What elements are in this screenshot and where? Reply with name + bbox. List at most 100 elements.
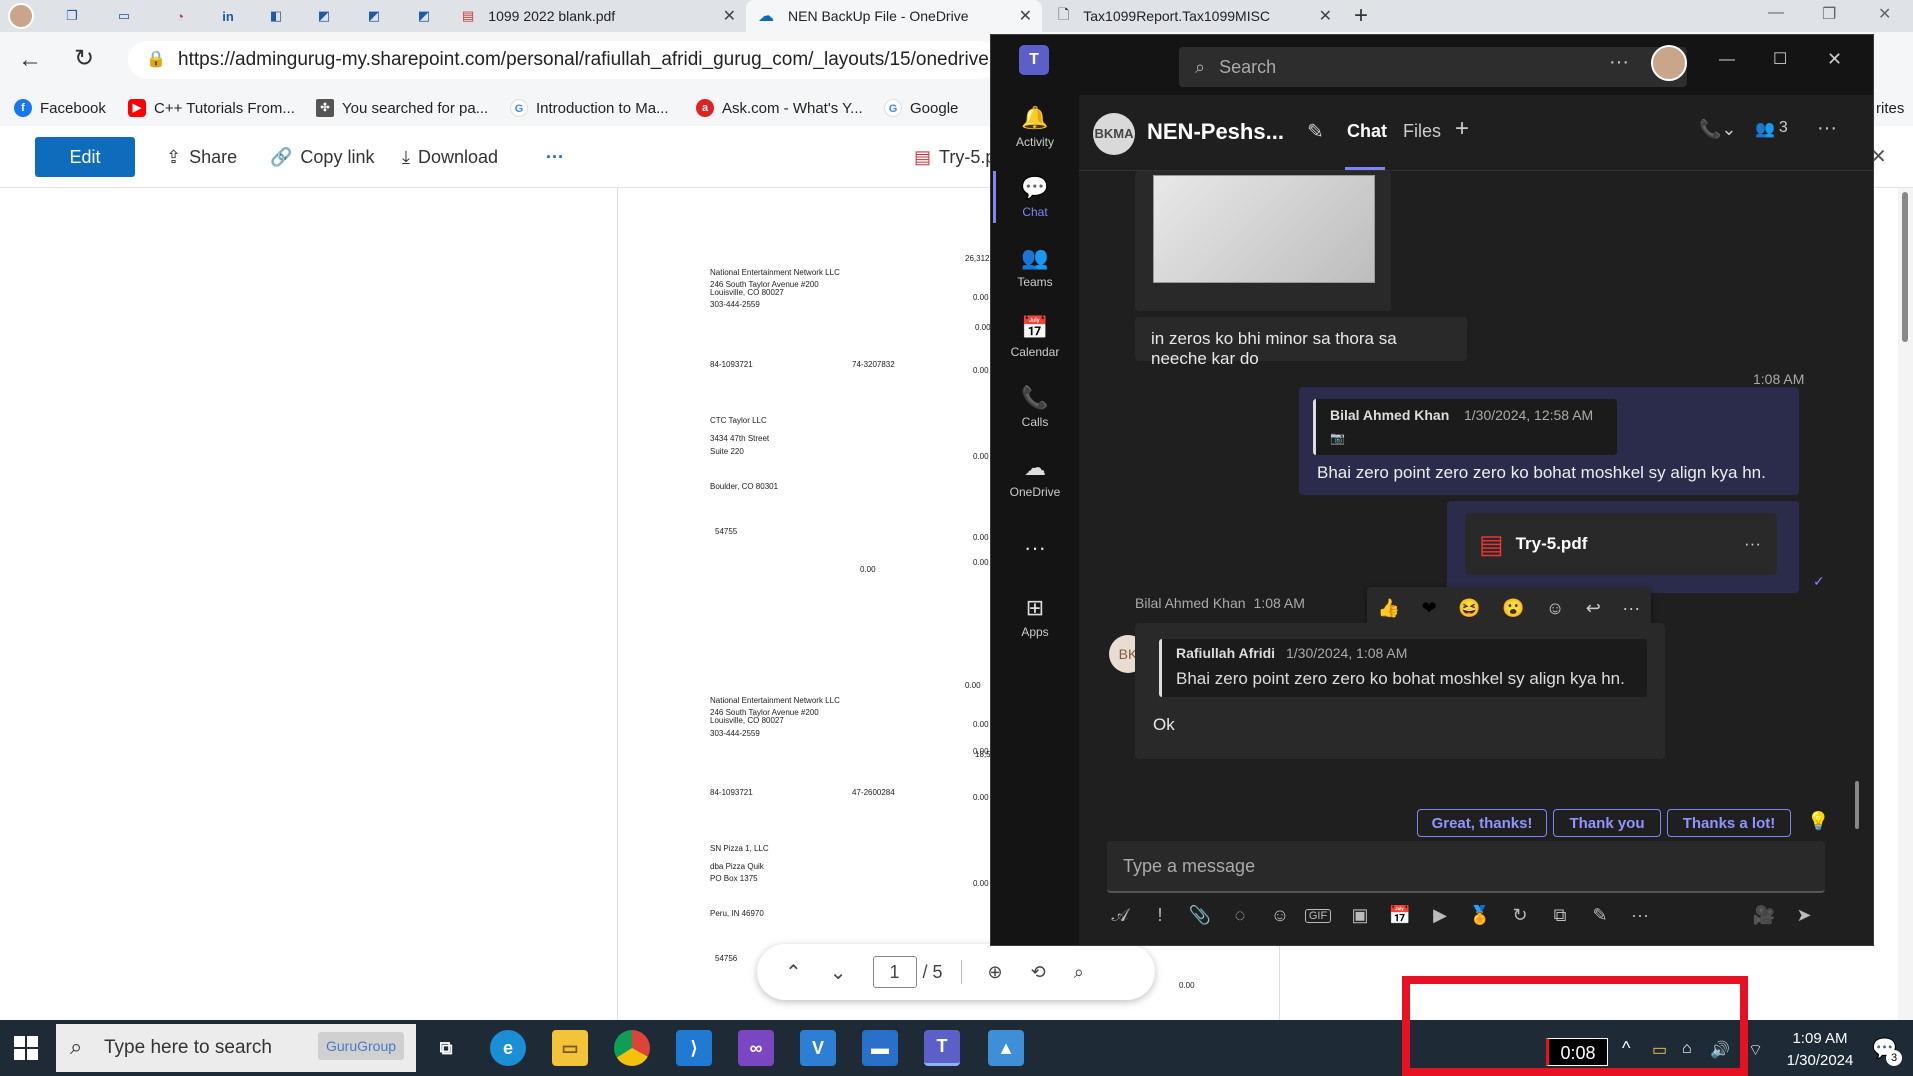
- profile-avatar[interactable]: [8, 3, 34, 29]
- stream-icon[interactable]: ▶: [1427, 905, 1453, 926]
- copy-link-button[interactable]: 🔗 Copy link: [270, 142, 374, 172]
- rail-calls[interactable]: 📞 Calls: [991, 385, 1079, 429]
- visual-studio-code-alt-icon[interactable]: V: [800, 1030, 836, 1066]
- wifi-icon[interactable]: ⌔: [1748, 1040, 1763, 1060]
- window-minimize-icon[interactable]: —: [1768, 4, 1784, 22]
- close-tab-icon[interactable]: ✕: [1019, 6, 1032, 26]
- workspaces-icon[interactable]: ❐: [62, 6, 82, 26]
- close-icon[interactable]: ✕: [1827, 49, 1842, 70]
- tab-files[interactable]: Files: [1403, 121, 1441, 142]
- bookmark-favorites[interactable]: rites: [1876, 90, 1904, 126]
- clock[interactable]: 1:09 AM 1/30/2024: [1770, 1028, 1870, 1072]
- rotate-icon[interactable]: ⟲: [1031, 962, 1046, 983]
- chat-more-icon[interactable]: ···: [1817, 117, 1837, 140]
- page-number-input[interactable]: 1: [872, 956, 917, 988]
- chrome-icon[interactable]: [614, 1030, 650, 1066]
- vscode-icon[interactable]: ⟩: [676, 1030, 712, 1066]
- teams-taskbar-icon[interactable]: T: [924, 1030, 960, 1066]
- emoji-icon[interactable]: ☺: [1267, 905, 1293, 926]
- format-icon[interactable]: 𝒜: [1107, 905, 1133, 926]
- previous-page-icon[interactable]: ⌃: [785, 960, 802, 985]
- send-icon[interactable]: ➤: [1791, 905, 1817, 926]
- quoted-reply[interactable]: Rafiullah Afridi 1/30/2024, 1:08 AM Bhai…: [1159, 639, 1647, 697]
- close-tab-icon[interactable]: ✕: [723, 6, 736, 26]
- like-reaction-icon[interactable]: 👍: [1378, 598, 1400, 619]
- edit-button[interactable]: Edit: [35, 137, 135, 177]
- edge-icon[interactable]: e: [490, 1030, 526, 1066]
- rail-apps[interactable]: ⊞ Apps: [991, 595, 1079, 639]
- participants-button[interactable]: 👥 3: [1755, 119, 1788, 139]
- loop-icon[interactable]: ◌: [1227, 905, 1253, 926]
- lightbulb-icon[interactable]: 💡: [1807, 811, 1829, 832]
- start-icon[interactable]: [14, 1036, 38, 1060]
- message-input[interactable]: Type a message: [1107, 841, 1825, 893]
- add-tab-icon[interactable]: +: [1455, 115, 1469, 143]
- window-close-icon[interactable]: ✕: [1878, 4, 1891, 24]
- suggested-reply[interactable]: Great, thanks!: [1417, 809, 1547, 837]
- share-button[interactable]: ⇪ Share: [166, 142, 237, 172]
- gif-icon[interactable]: GIF: [1305, 909, 1331, 923]
- linkedin-tab-icon[interactable]: in: [218, 6, 238, 26]
- zoom-in-icon[interactable]: ⊕: [988, 962, 1003, 983]
- minimize-icon[interactable]: —: [1719, 51, 1735, 69]
- bookmark-searched[interactable]: ✣ You searched for pa...: [316, 90, 488, 126]
- viewer-scrollbar[interactable]: [1898, 188, 1913, 1020]
- new-tab-button[interactable]: +: [1354, 2, 1368, 30]
- surprised-reaction-icon[interactable]: 😮: [1502, 598, 1524, 619]
- rail-chat[interactable]: 💬 Chat: [991, 175, 1079, 219]
- window-restore-icon[interactable]: ❐: [1822, 4, 1836, 24]
- call-icon[interactable]: 📞⌄: [1699, 119, 1737, 140]
- user-avatar[interactable]: [1651, 45, 1687, 81]
- file-explorer-icon[interactable]: ▭: [552, 1030, 588, 1066]
- suggested-reply[interactable]: Thanks a lot!: [1667, 809, 1791, 837]
- sticker-icon[interactable]: ▣: [1347, 905, 1373, 926]
- reply-icon[interactable]: ↩: [1586, 598, 1601, 619]
- praise-icon[interactable]: 🏅: [1467, 905, 1493, 926]
- bookmark-google[interactable]: G Google: [884, 90, 958, 126]
- refresh-icon[interactable]: ↻: [74, 44, 94, 73]
- notes-icon[interactable]: ✎: [1587, 905, 1613, 926]
- rail-teams[interactable]: 👥 Teams: [991, 245, 1079, 289]
- apps-icon[interactable]: ⧉: [1547, 905, 1573, 926]
- photos-icon[interactable]: ▲: [988, 1030, 1024, 1066]
- azure-tab-icon-3[interactable]: ◩: [414, 6, 434, 26]
- rail-onedrive[interactable]: ☁ OneDrive: [991, 455, 1079, 499]
- message-more-icon[interactable]: ···: [1622, 598, 1640, 619]
- tab-pdf[interactable]: ▤ 1099 2022 blank.pdf ✕: [450, 0, 746, 32]
- edit-name-icon[interactable]: ✎: [1307, 119, 1324, 144]
- tab-chat[interactable]: Chat: [1347, 121, 1387, 142]
- image-message[interactable]: [1135, 171, 1391, 311]
- task-view-icon[interactable]: ⧉: [428, 1030, 464, 1066]
- rail-more[interactable]: ···: [991, 535, 1079, 561]
- tab-actions-icon[interactable]: ▭: [114, 6, 134, 26]
- bookmark-intro[interactable]: G Introduction to Ma...: [510, 90, 669, 126]
- file-more-icon[interactable]: ···: [1744, 534, 1761, 554]
- suggested-reply[interactable]: Thank you: [1553, 809, 1661, 837]
- file-card[interactable]: ▤ Try-5.pdf ···: [1465, 513, 1777, 575]
- back-icon[interactable]: ←: [18, 46, 42, 74]
- azure-tab-icon[interactable]: ◩: [314, 6, 334, 26]
- schedule-meeting-icon[interactable]: 📅: [1387, 905, 1413, 926]
- quoted-message[interactable]: Bilal Ahmed Khan 1/30/2024, 12:58 AM 📷: [1313, 399, 1617, 455]
- attach-icon[interactable]: 📎: [1187, 905, 1213, 926]
- settings-more-icon[interactable]: ···: [1609, 51, 1629, 74]
- taskbar-search[interactable]: ⌕ Type here to search GuruGroup: [56, 1024, 416, 1072]
- laugh-reaction-icon[interactable]: 😆: [1458, 598, 1480, 619]
- bookmark-cpp[interactable]: ▶ C++ Tutorials From...: [128, 90, 295, 126]
- add-reaction-icon[interactable]: ☺: [1546, 598, 1564, 619]
- tab-tax-report[interactable]: 🗋 Tax1099Report.Tax1099MISC ✕: [1046, 0, 1342, 32]
- download-button[interactable]: ⤓ Download: [402, 142, 498, 172]
- important-icon[interactable]: !: [1147, 905, 1173, 926]
- remote-desktop-icon[interactable]: ▬: [862, 1030, 898, 1066]
- scroll-indicator[interactable]: [1855, 781, 1859, 829]
- visual-studio-icon[interactable]: ∞: [738, 1030, 774, 1066]
- outlook-tab-icon[interactable]: ◧: [266, 6, 286, 26]
- more-button[interactable]: ···: [546, 142, 564, 172]
- next-page-icon[interactable]: ⌄: [830, 960, 847, 985]
- bookmark-facebook[interactable]: f Facebook: [14, 90, 106, 126]
- heart-reaction-icon[interactable]: ❤: [1422, 598, 1437, 619]
- rail-calendar[interactable]: 📅 Calendar: [991, 315, 1079, 359]
- azure-tab-icon-2[interactable]: ◩: [364, 6, 384, 26]
- pinned-tab-icon[interactable]: ◔: [170, 6, 190, 26]
- maximize-icon[interactable]: ☐: [1773, 49, 1787, 69]
